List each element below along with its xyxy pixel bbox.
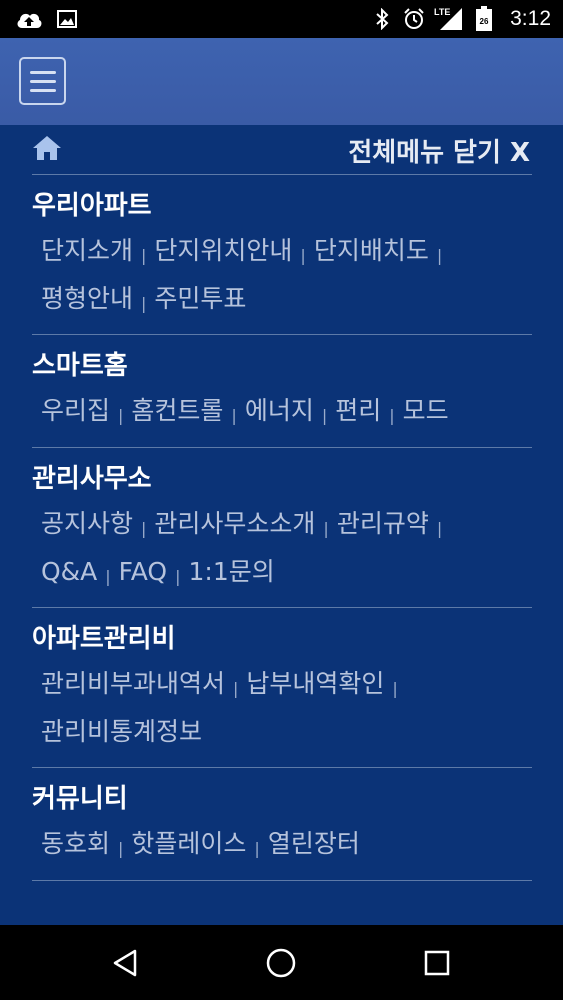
app-bar <box>0 38 563 125</box>
menu-link[interactable]: 열린장터 <box>268 829 360 858</box>
menu-link[interactable]: 주민투표 <box>154 284 246 313</box>
link-row: 관리비부과내역서 | 납부내역확인 | <box>41 664 406 700</box>
menu-link[interactable]: 1:1문의 <box>189 557 275 586</box>
separator: | <box>392 679 398 698</box>
link-row: 평형안내 | 주민투표 <box>41 279 246 315</box>
separator: | <box>141 294 147 313</box>
link-row: 동호회 | 핫플레이스 | 열린장터 <box>41 824 360 860</box>
section-maintenance-fee: 아파트관리비 관리비부과내역서 | 납부내역확인 | 관리비통계정보 <box>32 608 532 768</box>
menu-header: 전체메뉴 닫기 X <box>32 125 532 175</box>
menu-link[interactable]: 편리 <box>335 396 381 425</box>
section-smart-home: 스마트홈 우리집 | 홈컨트롤 | 에너지 | 편리 | 모드 <box>32 335 532 448</box>
section-our-apartment: 우리아파트 단지소개 | 단지위치안내 | 단지배치도 | 평형안내 | 주민투표 <box>32 175 532 335</box>
hamburger-icon-bar <box>30 89 56 92</box>
clock: 3:12 <box>510 7 551 30</box>
menu-link[interactable]: 단지위치안내 <box>154 236 292 265</box>
section-title: 우리아파트 <box>32 191 152 221</box>
section-title: 관리사무소 <box>32 464 152 494</box>
link-row: 우리집 | 홈컨트롤 | 에너지 | 편리 | 모드 <box>41 391 449 427</box>
link-row: 단지소개 | 단지위치안내 | 단지배치도 | <box>41 231 450 267</box>
full-menu-panel: 전체메뉴 닫기 X 우리아파트 단지소개 | 단지위치안내 | 단지배치도 | 평형안내 |… <box>0 125 563 925</box>
bluetooth-icon <box>372 0 392 38</box>
close-menu-button[interactable]: 전체메뉴 닫기 X <box>348 132 530 169</box>
separator: | <box>436 246 443 265</box>
home-icon[interactable] <box>32 135 64 163</box>
separator: | <box>321 406 328 425</box>
battery-level-label: 26 <box>480 17 489 26</box>
separator: | <box>300 246 306 265</box>
menu-link[interactable]: FAQ <box>119 557 167 586</box>
menu-link[interactable]: 관리비부과내역서 <box>41 669 225 698</box>
home-circle-icon[interactable] <box>256 925 306 1000</box>
menu-link[interactable]: 관리비통계정보 <box>41 717 202 746</box>
menu-link[interactable]: 관리규약 <box>337 509 429 538</box>
menu-link[interactable]: 홈컨트롤 <box>131 396 223 425</box>
menu-link[interactable]: 단지소개 <box>41 236 133 265</box>
signal-icon: LTE <box>434 0 464 38</box>
link-row: 공지사항 | 관리사무소소개 | 관리규약 | <box>41 504 450 540</box>
separator: | <box>175 567 181 586</box>
separator: | <box>254 839 260 858</box>
cloud-upload-icon <box>14 0 44 38</box>
alarm-icon <box>401 0 427 38</box>
menu-link[interactable]: Q&A <box>41 557 97 586</box>
separator: | <box>118 406 124 425</box>
separator: | <box>141 246 147 265</box>
separator: | <box>436 519 443 538</box>
menu-link[interactable]: 관리사무소소개 <box>154 509 315 538</box>
link-row: Q&A | FAQ | 1:1문의 <box>41 552 275 588</box>
section-title: 아파트관리비 <box>32 624 176 654</box>
separator: | <box>323 519 329 538</box>
separator: | <box>118 839 124 858</box>
hamburger-icon <box>30 71 56 74</box>
separator: | <box>233 679 239 698</box>
back-icon[interactable] <box>100 925 150 1000</box>
system-nav-bar <box>0 925 563 1000</box>
separator: | <box>141 519 147 538</box>
recents-icon[interactable] <box>412 925 462 1000</box>
hamburger-menu-button[interactable] <box>19 57 66 105</box>
separator: | <box>231 406 237 425</box>
battery-icon: 26 <box>474 0 494 38</box>
menu-link[interactable]: 핫플레이스 <box>131 829 246 858</box>
hamburger-icon-bar <box>30 80 56 83</box>
link-row: 관리비통계정보 <box>41 712 202 748</box>
section-management-office: 관리사무소 공지사항 | 관리사무소소개 | 관리규약 | Q&A | FAQ | 1:1문의 <box>32 448 532 608</box>
section-community: 커뮤니티 동호회 | 핫플레이스 | 열린장터 <box>32 768 532 881</box>
separator: | <box>105 567 111 586</box>
menu-link[interactable]: 모드 <box>403 396 449 425</box>
menu-link[interactable]: 우리집 <box>41 396 110 425</box>
image-icon <box>56 0 78 38</box>
menu-link[interactable]: 동호회 <box>41 829 110 858</box>
section-title: 커뮤니티 <box>32 784 128 814</box>
network-type-label: LTE <box>434 7 450 17</box>
menu-link[interactable]: 에너지 <box>245 396 314 425</box>
section-title: 스마트홈 <box>32 351 128 381</box>
menu-link[interactable]: 납부내역확인 <box>246 669 384 698</box>
separator: | <box>389 406 395 425</box>
menu-link[interactable]: 평형안내 <box>41 284 133 313</box>
status-bar: LTE 26 3:12 <box>0 0 563 38</box>
menu-link[interactable]: 공지사항 <box>41 509 133 538</box>
menu-link[interactable]: 단지배치도 <box>314 236 429 265</box>
